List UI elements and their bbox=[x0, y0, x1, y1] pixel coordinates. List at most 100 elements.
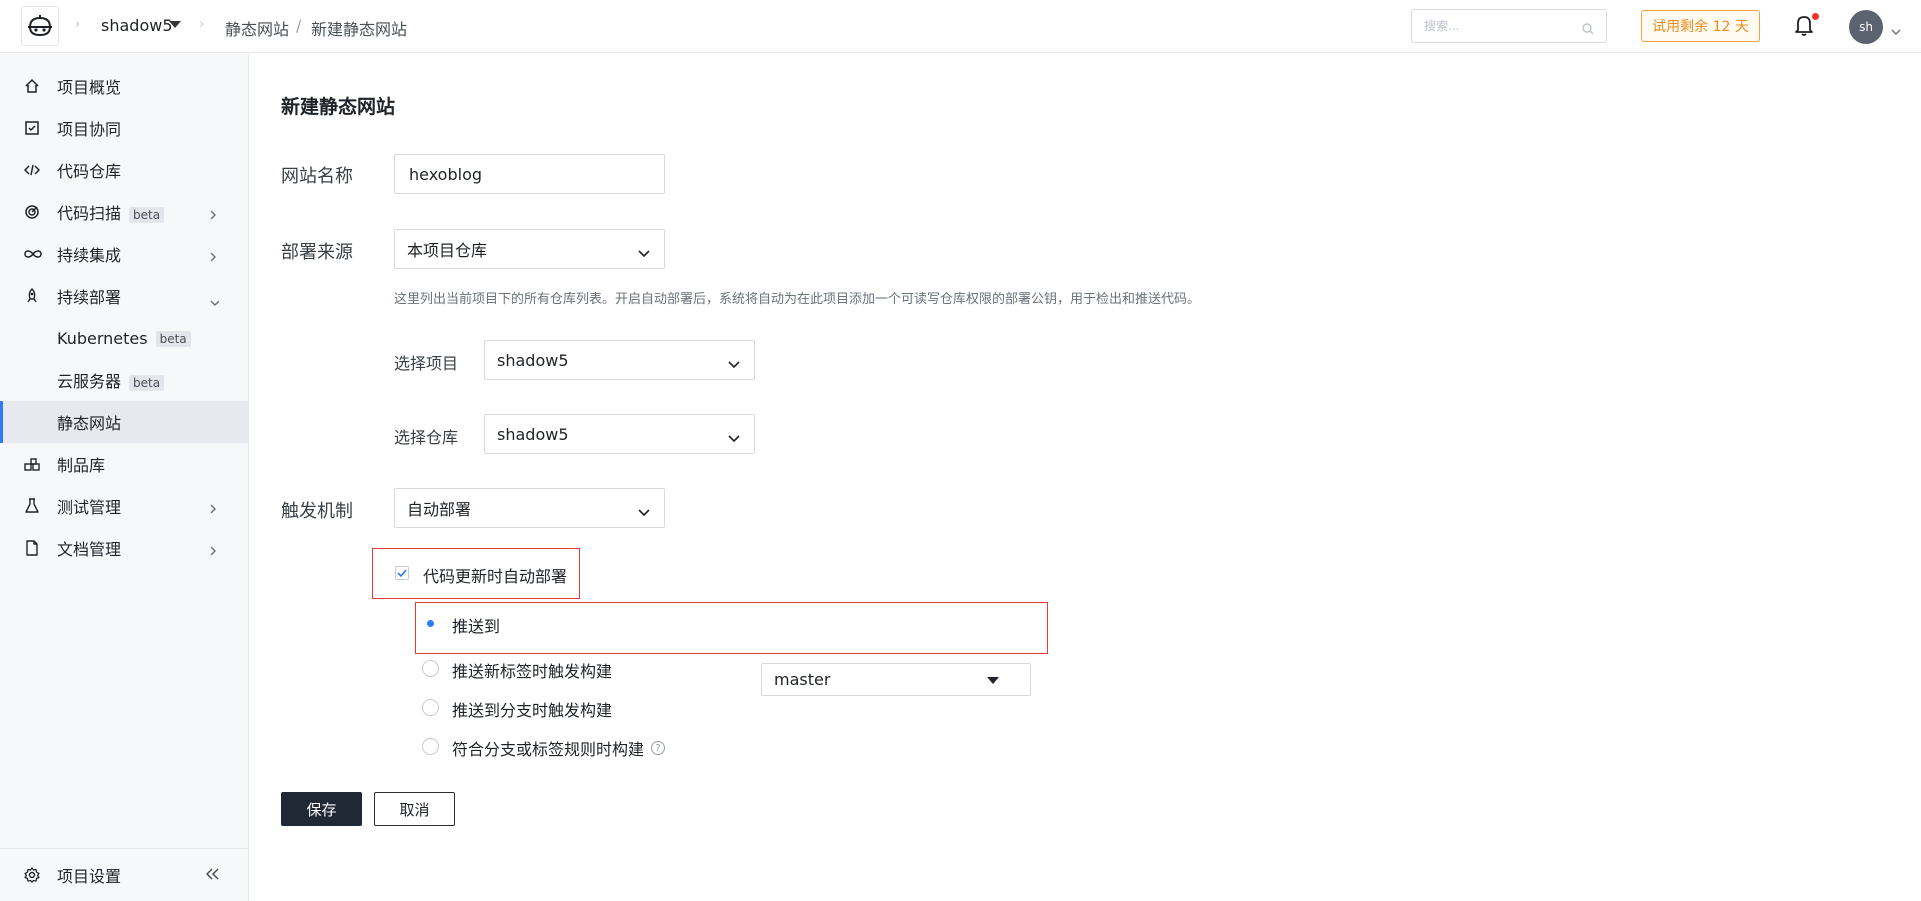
sidebar-item-label: 制品库 bbox=[57, 456, 106, 475]
sidebar-item-artifacts[interactable]: 制品库 bbox=[0, 443, 248, 485]
save-button[interactable]: 保存 bbox=[281, 792, 362, 826]
radio-push-tag[interactable] bbox=[422, 660, 439, 677]
chevron-right-icon bbox=[209, 248, 217, 267]
chevron-right-icon bbox=[209, 206, 217, 225]
auto-deploy-checkbox[interactable] bbox=[395, 566, 409, 580]
sidebar-item-label: 测试管理 bbox=[57, 498, 122, 517]
beta-badge: beta bbox=[129, 206, 165, 223]
gear-icon bbox=[24, 867, 40, 883]
beta-badge: beta bbox=[155, 331, 191, 347]
radio-push-to[interactable] bbox=[422, 615, 439, 632]
chevron-down-icon bbox=[638, 502, 650, 521]
check-icon bbox=[397, 569, 407, 578]
sidebar-item-ci[interactable]: 持续集成 bbox=[0, 233, 248, 275]
breadcrumb-static-site[interactable]: 静态网站 bbox=[225, 16, 289, 40]
beta-badge: beta bbox=[129, 374, 165, 391]
package-icon bbox=[24, 456, 40, 472]
repo-select-label: 选择仓库 bbox=[394, 428, 459, 447]
trigger-select-value: 自动部署 bbox=[407, 500, 472, 519]
project-switcher[interactable]: shadow5 bbox=[101, 16, 173, 35]
project-select[interactable]: shadow5 bbox=[484, 340, 755, 380]
radio-push-branch[interactable] bbox=[422, 699, 439, 716]
chevron-down-icon bbox=[638, 243, 650, 262]
chevron-right-icon bbox=[209, 500, 217, 519]
bell-icon[interactable] bbox=[1794, 14, 1814, 40]
sidebar-item-label: 代码仓库 bbox=[57, 162, 122, 181]
site-name-label: 网站名称 bbox=[281, 166, 353, 187]
chevron-down-icon bbox=[728, 428, 740, 447]
auto-deploy-label: 代码更新时自动部署 bbox=[423, 567, 568, 586]
caret-down-icon bbox=[987, 677, 999, 684]
document-icon bbox=[24, 540, 40, 556]
sidebar-item-label: 云服务器 beta bbox=[57, 368, 165, 392]
source-label: 部署来源 bbox=[281, 242, 353, 263]
chevron-right-icon: › bbox=[75, 17, 81, 32]
sidebar-item-label: 项目概览 bbox=[57, 78, 122, 97]
sidebar-item-collaboration[interactable]: 项目协同 bbox=[0, 107, 248, 149]
search-icon[interactable] bbox=[1582, 20, 1594, 39]
avatar[interactable]: sh bbox=[1849, 10, 1883, 44]
breadcrumb-new-static-site: 新建静态网站 bbox=[311, 20, 408, 39]
sidebar-item-code-repo[interactable]: 代码仓库 bbox=[0, 149, 248, 191]
help-icon[interactable]: ? bbox=[651, 741, 665, 755]
site-name-field[interactable]: hexoblog bbox=[394, 154, 665, 194]
chevron-down-icon[interactable] bbox=[1891, 21, 1901, 40]
source-hint: 这里列出当前项目下的所有仓库列表。开启自动部署后，系统将自动为在此项目添加一个可… bbox=[394, 292, 1201, 307]
trial-remaining-badge[interactable]: 试用剩余 12 天 bbox=[1641, 10, 1760, 42]
sidebar-item-label: 持续部署 bbox=[57, 288, 122, 307]
radio-rule-match[interactable] bbox=[422, 738, 439, 755]
radio-label-push-tag: 推送新标签时触发构建 bbox=[452, 662, 613, 681]
repo-select[interactable]: shadow5 bbox=[484, 414, 755, 454]
sidebar-item-label: 文档管理 bbox=[57, 540, 122, 559]
code-icon bbox=[23, 162, 41, 178]
sidebar-item-kubernetes[interactable]: Kubernetes beta bbox=[0, 317, 248, 359]
sidebar-item-static-site[interactable]: 静态网站 bbox=[0, 401, 248, 443]
project-select-value: shadow5 bbox=[497, 350, 569, 370]
infinity-icon bbox=[24, 246, 42, 262]
search-input[interactable] bbox=[1412, 10, 1572, 42]
sidebar-item-label: 持续集成 bbox=[57, 246, 122, 265]
sidebar-item-cd[interactable]: 持续部署 bbox=[0, 275, 248, 317]
sidebar-item-label: Kubernetes beta bbox=[57, 329, 191, 348]
highlight-box-push-to bbox=[415, 602, 1048, 654]
trigger-select[interactable]: 自动部署 bbox=[394, 488, 665, 528]
sidebar-item-testing[interactable]: 测试管理 bbox=[0, 485, 248, 527]
radio-label-push-to: 推送到 bbox=[452, 617, 501, 636]
top-bar: › shadow5 › 静态网站 / 新建静态网站 试用剩余 12 天 sh bbox=[0, 0, 1921, 53]
home-icon bbox=[24, 78, 40, 94]
project-select-label: 选择项目 bbox=[394, 354, 459, 373]
page-title: 新建静态网站 bbox=[281, 96, 396, 118]
chevron-down-icon bbox=[209, 292, 221, 311]
chevron-down-icon bbox=[728, 354, 740, 373]
main-content: 新建静态网站 网站名称 hexoblog 部署来源 本项目仓库 这里列出当前项目… bbox=[249, 54, 1921, 901]
branch-select-value: master bbox=[774, 670, 831, 689]
sidebar-item-cloud-server[interactable]: 云服务器 beta bbox=[0, 359, 248, 401]
sidebar-item-code-scan[interactable]: 代码扫描 beta bbox=[0, 191, 248, 233]
source-select[interactable]: 本项目仓库 bbox=[394, 229, 665, 269]
branch-select[interactable]: master bbox=[761, 663, 1031, 696]
cancel-button[interactable]: 取消 bbox=[374, 792, 455, 826]
rocket-icon bbox=[24, 288, 40, 304]
scan-icon bbox=[24, 204, 40, 220]
sidebar: 项目概览 项目协同 代码仓库 代码扫描 beta 持续集成 持续部署 Kubern… bbox=[0, 54, 249, 901]
sidebar-item-label: 静态网站 bbox=[57, 414, 122, 433]
repo-select-value: shadow5 bbox=[497, 424, 569, 444]
radio-label-push-branch: 推送到分支时触发构建 bbox=[452, 701, 613, 720]
sidebar-item-label: 项目协同 bbox=[57, 120, 122, 139]
sidebar-item-docs[interactable]: 文档管理 bbox=[0, 527, 248, 569]
chevron-right-icon: › bbox=[199, 17, 205, 32]
coding-logo-icon[interactable] bbox=[21, 6, 59, 46]
search-box[interactable] bbox=[1411, 9, 1607, 43]
source-select-value: 本项目仓库 bbox=[407, 241, 488, 260]
sidebar-item-label: 项目设置 bbox=[57, 867, 122, 886]
caret-down-icon[interactable] bbox=[169, 21, 181, 28]
sidebar-footer: 项目设置 bbox=[0, 848, 248, 901]
sidebar-item-label: 代码扫描 beta bbox=[57, 200, 165, 224]
breadcrumb-separator: / bbox=[296, 16, 302, 35]
trigger-label: 触发机制 bbox=[281, 501, 353, 522]
chevron-right-icon bbox=[209, 542, 217, 561]
radio-label-rule-match: 符合分支或标签规则时构建 bbox=[452, 740, 645, 759]
checkbox-icon bbox=[24, 120, 40, 136]
sidebar-item-overview[interactable]: 项目概览 bbox=[0, 65, 248, 107]
collapse-sidebar-icon[interactable] bbox=[205, 865, 220, 884]
